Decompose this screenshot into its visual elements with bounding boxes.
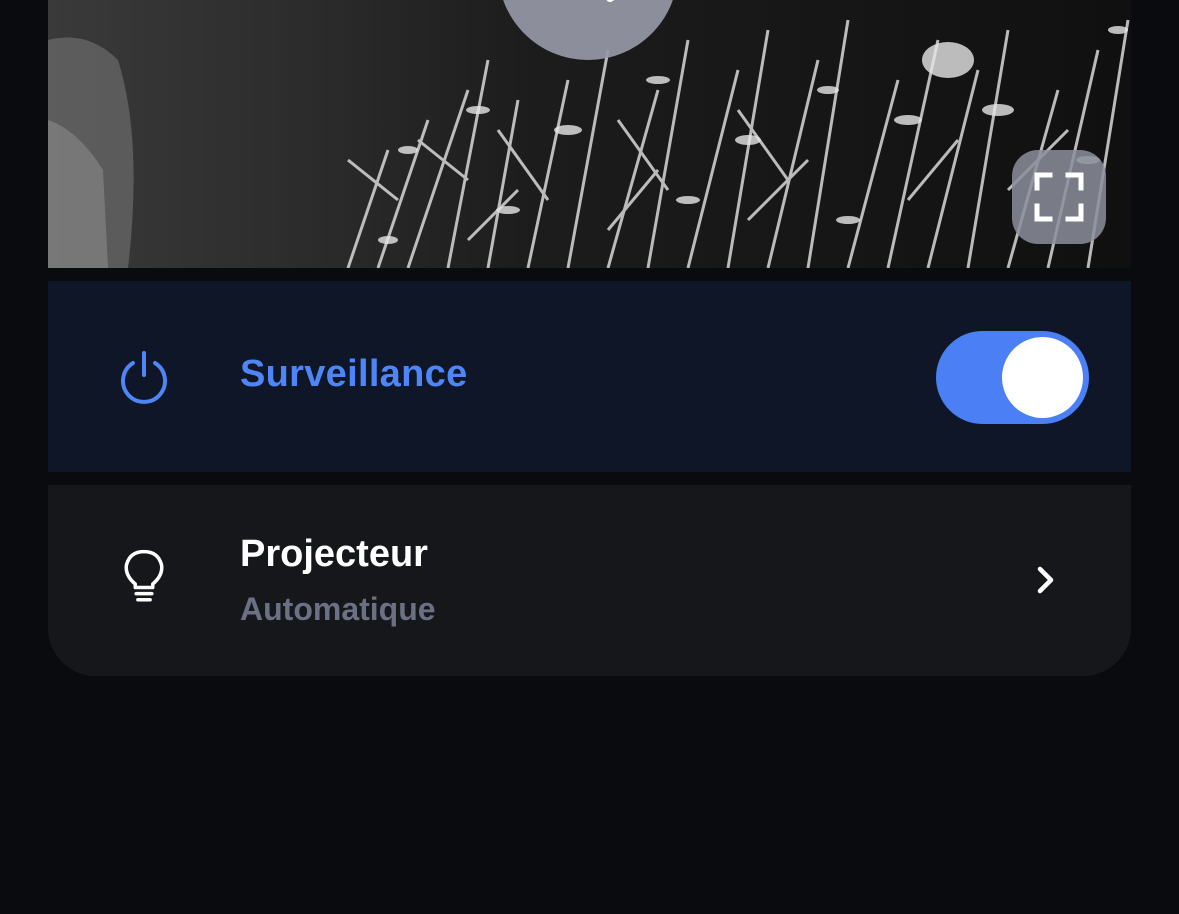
play-button[interactable] [498, 0, 678, 60]
divider [48, 268, 1131, 281]
divider [48, 472, 1131, 485]
projecteur-mode: Automatique [240, 591, 436, 627]
projecteur-label: Projecteur [240, 533, 428, 575]
power-icon [121, 351, 167, 404]
surveillance-toggle[interactable] [936, 331, 1089, 424]
camera-card: Surveillance Projecteur Automatique [48, 0, 1131, 676]
chevron-right-icon[interactable] [1034, 565, 1058, 595]
lightbulb-icon [124, 549, 164, 602]
play-icon [606, 0, 615, 2]
toggle-knob [1002, 337, 1083, 418]
projecteur-row[interactable]: Projecteur Automatique [48, 485, 1131, 676]
surveillance-row[interactable]: Surveillance [48, 281, 1131, 472]
camera-live-view[interactable] [48, 0, 1131, 268]
fullscreen-button[interactable] [1012, 150, 1106, 244]
fullscreen-icon [1034, 172, 1084, 222]
surveillance-label: Surveillance [240, 353, 468, 395]
